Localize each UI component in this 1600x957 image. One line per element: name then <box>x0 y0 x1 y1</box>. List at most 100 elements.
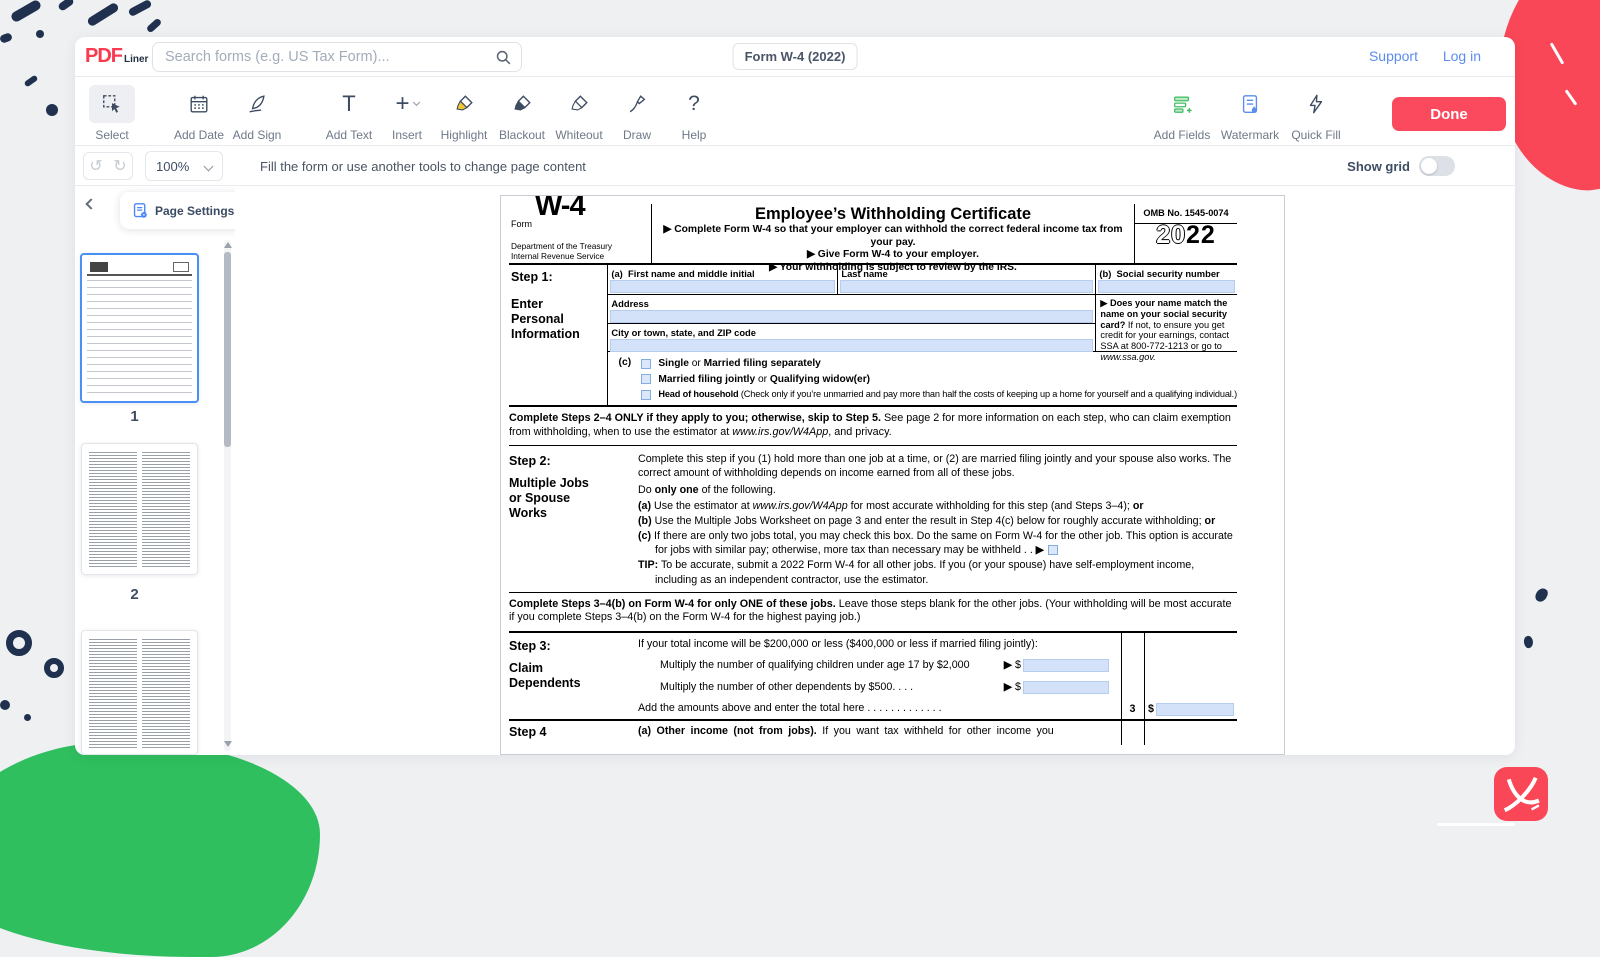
thumbnail-preview <box>142 637 190 748</box>
whiteout-brush-icon <box>556 85 602 123</box>
search-input[interactable] <box>165 43 485 71</box>
toggle-knob <box>1421 158 1437 174</box>
select-icon <box>89 85 135 123</box>
whiteout-button[interactable]: Whiteout <box>550 85 608 142</box>
blackout-brush-icon <box>499 85 545 123</box>
step1-ssn-column: (b) Social security number ▶ Does your n… <box>1096 265 1237 351</box>
decor-dot <box>1523 635 1535 649</box>
address-caption: Address <box>608 295 1095 309</box>
show-grid-label: Show grid <box>1347 159 1410 174</box>
step3-dependents-row: Multiply the number of other dependents … <box>638 680 1111 695</box>
thumbnail-preview-block <box>90 262 108 272</box>
page-thumbnail-2[interactable] <box>81 443 198 575</box>
pdfliner-logo[interactable]: PDF Liner <box>85 45 148 68</box>
step3-section: Step 3: Claim Dependents If your total i… <box>509 633 1237 721</box>
logo-pdf-text: PDF <box>85 45 122 68</box>
chevron-down-icon <box>204 161 214 171</box>
pdfliner-app-window: PDF Liner Form W-4 (2022) Support Log in… <box>75 37 1515 755</box>
select-tool-button[interactable]: Select <box>83 85 141 142</box>
decor-brush-stroke <box>24 75 39 88</box>
c-tag: (c) <box>608 356 641 403</box>
watermark-button[interactable]: Watermark <box>1221 85 1279 142</box>
zoom-value: 100% <box>156 159 205 174</box>
page-thumbnail-3[interactable] <box>81 630 198 755</box>
watermark-icon <box>1227 85 1273 123</box>
step2-item-b: (b) Use the Multiple Jobs Worksheet on p… <box>638 514 1237 528</box>
undo-icon[interactable]: ↺ <box>84 153 108 179</box>
highlight-button[interactable]: Highlight <box>435 85 493 142</box>
lightning-icon <box>1293 85 1339 123</box>
decor-brush-stroke <box>86 2 120 28</box>
add-fields-button[interactable]: Add Fields <box>1153 85 1211 142</box>
chevron-left-icon <box>85 198 96 209</box>
form-year: 2022 <box>1135 229 1237 242</box>
step2-section: Step 2: Multiple Jobs or Spouse Works Co… <box>509 446 1237 593</box>
help-button[interactable]: ? Help <box>665 85 723 142</box>
form-header-center: Employee’s Withholding Certificate ▶ Com… <box>652 204 1135 263</box>
thumbnail-preview <box>87 260 192 396</box>
step3-line-number: 3 <box>1121 703 1144 716</box>
form-number: W-4 <box>535 200 585 213</box>
step4-item-a: (a) Other income (not from jobs). If you… <box>638 725 1111 738</box>
step3-total-field[interactable] <box>1156 703 1234 716</box>
last-name-field[interactable] <box>840 280 1093 293</box>
form-word: Form <box>511 218 532 231</box>
decor-brush-stroke <box>10 0 43 23</box>
step4-label: Step 4 <box>509 725 634 740</box>
redo-icon[interactable]: ↻ <box>108 153 132 179</box>
other-dependents-field[interactable] <box>1023 681 1109 694</box>
quick-fill-button[interactable]: Quick Fill <box>1287 85 1345 142</box>
form-header-right: OMB No. 1545-0074 2022 <box>1135 204 1237 263</box>
scroll-down-arrow[interactable] <box>224 741 232 747</box>
draw-pen-icon <box>614 85 660 123</box>
step1-left-fields: (a) First name and middle initial Last n… <box>608 265 1096 351</box>
add-date-button[interactable]: Add Date <box>170 85 228 142</box>
thumbnail-preview <box>142 450 190 568</box>
sidebar-scrollbar-thumb[interactable] <box>224 252 231 447</box>
steps-2-4-paragraph: Complete Steps 2–4 ONLY if they apply to… <box>509 407 1237 446</box>
filing-status-single-row: Single or Married filing separately <box>641 356 1237 372</box>
city-field[interactable] <box>610 339 1093 352</box>
filing-status-band: (c) Single or Married filing separately … <box>608 352 1237 403</box>
scroll-up-arrow[interactable] <box>224 242 232 248</box>
sidebar-collapse-button[interactable] <box>87 200 99 212</box>
toolbar-hint-text: Fill the form or use another tools to ch… <box>260 159 586 174</box>
decor-dot <box>24 714 31 721</box>
login-link[interactable]: Log in <box>1443 48 1481 64</box>
add-sign-button[interactable]: Add Sign <box>228 85 286 142</box>
support-link[interactable]: Support <box>1369 48 1418 64</box>
ssn-field[interactable] <box>1098 280 1235 293</box>
insert-button[interactable]: + Insert <box>378 85 436 142</box>
address-field[interactable] <box>610 310 1093 323</box>
page-settings-button[interactable]: Page Settings <box>120 192 246 229</box>
step3-total-cell: $ <box>1148 702 1236 717</box>
blackout-button[interactable]: Blackout <box>493 85 551 142</box>
add-text-button[interactable]: T Add Text <box>320 85 378 142</box>
plus-icon: + <box>384 85 430 123</box>
show-grid-toggle[interactable] <box>1419 156 1455 176</box>
pdf-app-icon <box>1494 767 1548 821</box>
married-jointly-checkbox[interactable] <box>641 374 651 384</box>
draw-button[interactable]: Draw <box>608 85 666 142</box>
done-button[interactable]: Done <box>1392 97 1506 131</box>
step2-item-c: (c) If there are only two jobs total, yo… <box>638 529 1237 557</box>
document-canvas: Form W-4 Department of the Treasury Inte… <box>235 186 1515 755</box>
decor-green-blob <box>0 742 320 957</box>
two-jobs-checkbox[interactable] <box>1048 545 1058 555</box>
head-of-household-checkbox[interactable] <box>641 390 651 400</box>
last-name-caption: Last name <box>838 265 1095 279</box>
zoom-select[interactable]: 100% <box>145 151 223 181</box>
step4-section: Step 4 (a) Other income (not from jobs).… <box>509 721 1237 745</box>
first-name-field[interactable] <box>610 280 835 293</box>
page-thumbnail-1[interactable] <box>80 253 199 403</box>
filing-status-hoh-row: Head of household (Check only if you’re … <box>641 387 1237 403</box>
decor-brush-stroke <box>57 0 75 12</box>
search-icon[interactable] <box>495 49 512 66</box>
single-checkbox[interactable] <box>641 359 651 369</box>
step2-label: Step 2: Multiple Jobs or Spouse Works <box>509 454 634 521</box>
decor-white-slash <box>1437 823 1515 826</box>
decor-dot <box>1534 586 1550 603</box>
qualifying-children-field[interactable] <box>1023 659 1109 672</box>
search-box[interactable] <box>152 42 522 72</box>
steps-3-4b-paragraph: Complete Steps 3–4(b) on Form W-4 for on… <box>509 593 1237 633</box>
